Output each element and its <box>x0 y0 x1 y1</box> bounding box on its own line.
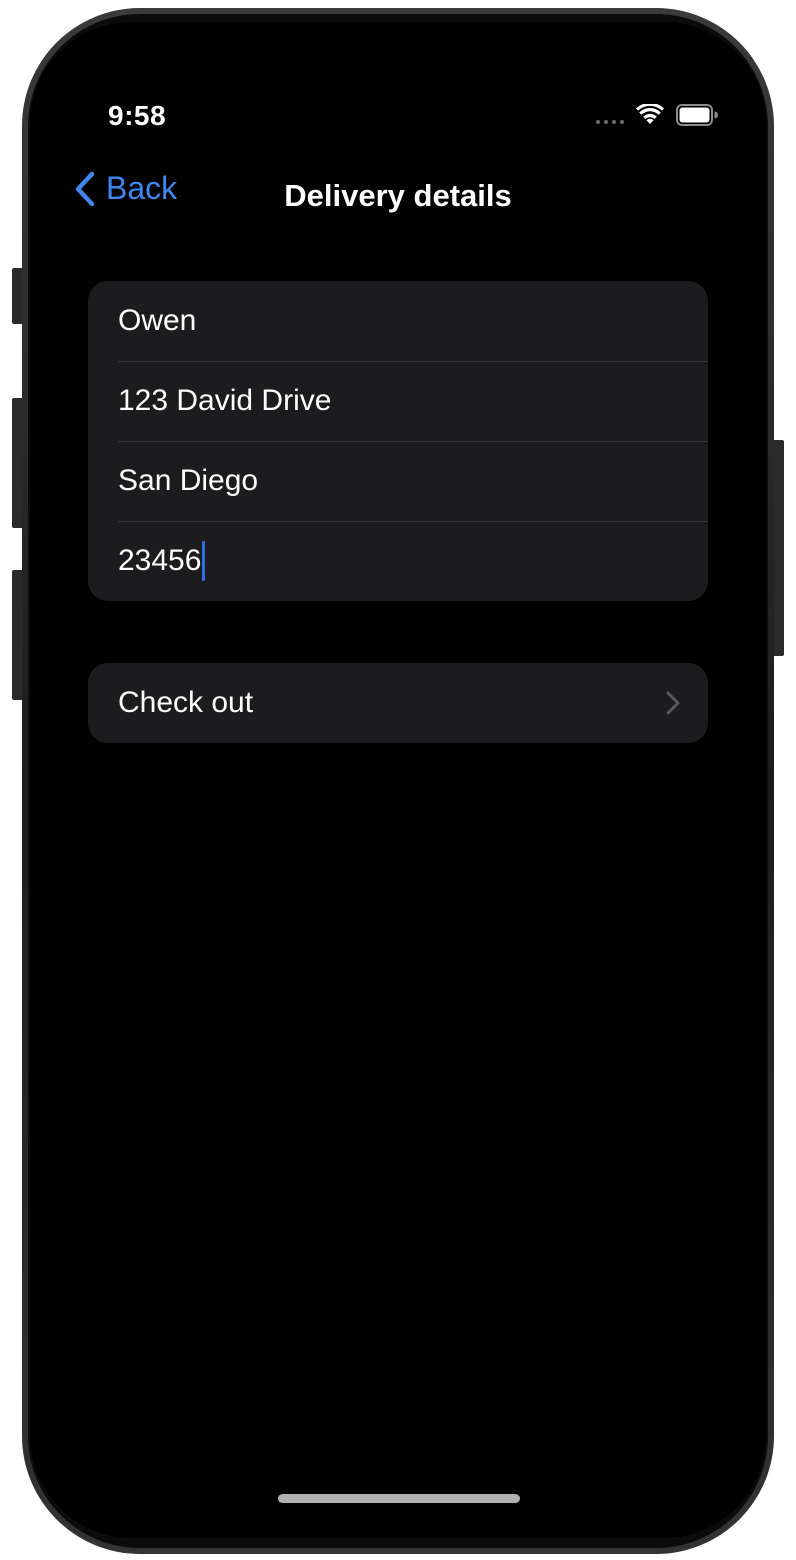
street-row <box>88 361 708 441</box>
name-row <box>88 281 708 361</box>
chevron-right-icon <box>666 691 680 715</box>
wifi-icon <box>636 104 664 124</box>
checkout-button[interactable]: Check out <box>88 663 708 743</box>
checkout-label: Check out <box>118 686 254 719</box>
text-cursor <box>202 541 206 581</box>
home-indicator[interactable] <box>278 1494 520 1503</box>
battery-icon <box>676 104 718 126</box>
street-field[interactable] <box>118 384 678 418</box>
status-time: 9:58 <box>108 100 167 131</box>
page-title: Delivery details <box>284 178 512 213</box>
zip-value: 23456 <box>118 544 202 577</box>
city-field[interactable] <box>118 464 678 498</box>
zip-field[interactable]: 23456 <box>118 541 206 581</box>
zip-row[interactable]: 23456 <box>88 521 708 601</box>
status-icons <box>596 104 718 126</box>
delivery-form: 23456 <box>88 281 708 601</box>
city-row <box>88 441 708 521</box>
name-field[interactable] <box>118 304 678 338</box>
signal-dots-icon <box>596 104 624 126</box>
screen: 9:58 Back Delivery details Owen 123 Davi… <box>30 22 766 1538</box>
